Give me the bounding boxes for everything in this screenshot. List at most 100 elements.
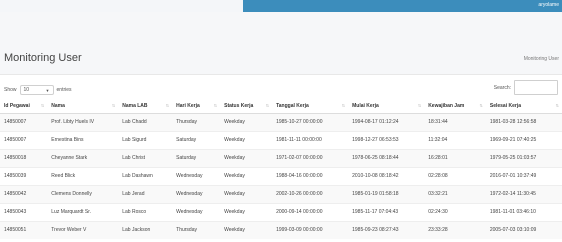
table-row[interactable]: 14850007 Ernestina Bins Lab Sigurd Saturday…: [0, 130, 562, 149]
column-header-status-kerja[interactable]: Status Kerja ⇅: [220, 99, 273, 114]
table-cell: Thursday: [172, 112, 221, 131]
column-header-tanggal-kerja[interactable]: Tanggal Kerja ⇅: [272, 99, 349, 114]
entries-length-control: Show 10 ▼ entries: [4, 85, 72, 95]
column-header-label: Selesai Kerja: [489, 102, 521, 109]
table-body: 14850007 Prof. Libty Huels IV Lab Chadd Thu…: [0, 112, 562, 239]
sort-arrows-icon: ⇅: [165, 103, 170, 108]
table-cell: 14850042: [0, 184, 48, 203]
table-row[interactable]: 14850042 Clemens Donnelly Lab Jerad Wednesd…: [0, 184, 562, 203]
table-cell: Weekday: [220, 112, 273, 131]
table-cell: Weekday: [220, 166, 273, 185]
sort-arrows-icon: ⇅: [265, 103, 270, 108]
column-header-selesai-kerja[interactable]: Selesai Kerja ⇅: [485, 99, 562, 114]
table-row[interactable]: 14850007 Prof. Libty Huels IV Lab Chadd Thu…: [0, 112, 562, 131]
table-cell: 2016-07-01 10:37:49: [485, 166, 562, 185]
table-cell: Thursday: [172, 220, 221, 239]
column-header-nama-lab[interactable]: Nama LAB ⇅: [118, 99, 173, 114]
table-cell: 2002-10-26 00:00:00: [272, 184, 349, 203]
table-cell: Wednesday: [172, 166, 221, 185]
table-cell: 03:32:21: [424, 184, 486, 203]
show-label: Show: [4, 87, 17, 93]
table-cell: Wednesday: [172, 202, 221, 221]
topbar: aryolame: [0, 0, 562, 12]
column-header-mulai-kerja[interactable]: Mulai Kerja ⇅: [348, 99, 425, 114]
table-header-row: Id Pegawai ⇅ Nama ⇅ Nama LAB ⇅ Hari Kerja ⇅ Stat…: [0, 99, 562, 114]
table-cell: 02:24:30: [424, 202, 486, 221]
table-cell: Weekday: [220, 148, 273, 167]
table-cell: 1985-11-17 07:04:43: [348, 202, 425, 221]
column-header-label: Nama: [51, 102, 65, 109]
table-cell: 1981-11-11 00:00:00: [272, 130, 349, 149]
table-cell: 11:32:04: [424, 130, 486, 149]
table-row[interactable]: 14850051 Trevor Weber V Lab Jackson Thursda…: [0, 220, 562, 239]
entries-label: entries: [56, 87, 72, 93]
table-cell: 2000-09-14 00:00:00: [272, 202, 349, 221]
column-header-kewajiban-jam[interactable]: Kewajiban Jam ⇅: [424, 99, 486, 114]
sort-arrows-icon: ⇅: [40, 103, 45, 108]
column-header-hari-kerja[interactable]: Hari Kerja ⇅: [172, 99, 221, 114]
search-control: Search:: [494, 80, 558, 95]
table-row[interactable]: 14850039 Reed Blick Lab Dashawn Wednesday We…: [0, 166, 562, 185]
table-cell: 1994-08-17 01:12:24: [348, 112, 425, 131]
table-cell: Lab Dashawn: [118, 166, 173, 185]
table-row[interactable]: 14850018 Cheyanne Stark Lab Christ Saturday…: [0, 148, 562, 167]
column-header-label: Kewajiban Jam: [428, 102, 465, 109]
table-cell: Saturday: [172, 148, 221, 167]
table-cell: Lab Jackson: [118, 220, 173, 239]
table-cell: Weekday: [220, 202, 273, 221]
table-cell: 2005-07-03 03:10:09: [485, 220, 562, 239]
page-title: Monitoring User: [4, 52, 82, 64]
table-cell: Weekday: [220, 184, 273, 203]
entries-select-value: 10: [23, 87, 30, 93]
table-cell: 1971-02-07 00:00:00: [272, 148, 349, 167]
column-header-label: Mulai Kerja: [352, 102, 379, 109]
table-cell: 14850007: [0, 130, 48, 149]
table-cell: 1969-09-21 07:40:25: [485, 130, 562, 149]
table-cell: Wednesday: [172, 184, 221, 203]
table-cell: Weekday: [220, 130, 273, 149]
sort-arrows-icon: ⇅: [417, 103, 422, 108]
table-cell: Lab Sigurd: [118, 130, 173, 149]
table-cell: 1972-02-14 11:30:45: [485, 184, 562, 203]
sort-arrows-icon: ⇅: [479, 103, 483, 108]
table-cell: Trevor Weber V: [47, 220, 119, 239]
table-cell: 1985-10-27 00:00:00: [272, 112, 349, 131]
table-cell: 1985-01-19 01:58:18: [348, 184, 425, 203]
table-cell: Cheyanne Stark: [47, 148, 119, 167]
table-cell: 14850051: [0, 220, 48, 239]
table-cell: Clemens Donnelly: [47, 184, 119, 203]
user-menu[interactable]: aryolame: [538, 2, 559, 8]
table-cell: 1999-03-09 00:00:00: [272, 220, 349, 239]
table-cell: Lab Christ: [118, 148, 173, 167]
table-cell: 1985-09-23 08:27:43: [348, 220, 425, 239]
breadcrumb[interactable]: Monitoring User: [524, 56, 559, 62]
table-cell: 14850018: [0, 148, 48, 167]
table-cell: Luz Marquardt Sr.: [47, 202, 119, 221]
monitoring-table: Id Pegawai ⇅ Nama ⇅ Nama LAB ⇅ Hari Kerja ⇅ Stat…: [0, 99, 562, 239]
table-cell: Lab Rosco: [118, 202, 173, 221]
chevron-down-icon: ▼: [45, 87, 50, 93]
table-cell: Lab Jerad: [118, 184, 173, 203]
table-cell: 23:33:28: [424, 220, 486, 239]
table-cell: 1978-06-25 08:18:44: [348, 148, 425, 167]
table-cell: 1981-11-01 03:46:10: [485, 202, 562, 221]
table-cell: 14850039: [0, 166, 48, 185]
table-row[interactable]: 14850043 Luz Marquardt Sr. Lab Rosco Wednes…: [0, 202, 562, 221]
sort-arrows-icon: ⇅: [213, 103, 218, 108]
sort-arrows-icon: ⇅: [341, 103, 346, 108]
navbar: aryolame: [243, 0, 562, 12]
table-cell: Reed Blick: [47, 166, 119, 185]
sort-arrows-icon: ⇅: [111, 103, 116, 108]
table-cell: Prof. Libty Huels IV: [47, 112, 119, 131]
search-input[interactable]: [514, 80, 558, 95]
table-cell: 2010-10-08 08:18:42: [348, 166, 425, 185]
table-cell: 1988-04-16 00:00:00: [272, 166, 349, 185]
column-header-id-pegawai[interactable]: Id Pegawai ⇅: [0, 99, 48, 114]
table-cell: 1981-03-28 12:56:58: [485, 112, 562, 131]
data-table-box: Show 10 ▼ entries Search: Id Pegawai ⇅ Nam…: [0, 74, 562, 242]
entries-select[interactable]: 10 ▼: [19, 85, 54, 95]
column-header-nama[interactable]: Nama ⇅: [47, 99, 119, 114]
table-cell: 14850007: [0, 112, 48, 131]
table-cell: 18:31:44: [424, 112, 486, 131]
table-cell: 1998-12-27 06:53:53: [348, 130, 425, 149]
